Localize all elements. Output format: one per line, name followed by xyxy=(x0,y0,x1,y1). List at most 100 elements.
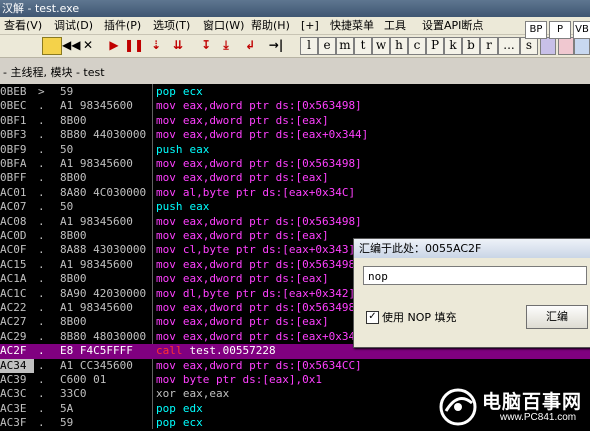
trace-into-icon[interactable]: ↧ xyxy=(198,37,214,53)
row-operands: ecx xyxy=(182,416,203,430)
menu-plugins[interactable]: 插件(P) xyxy=(104,17,141,34)
pause-icon[interactable]: ❚❚ xyxy=(124,37,144,53)
menu-tools[interactable]: 工具 xyxy=(384,17,406,34)
assemble-dialog-title-bar: 汇编于此处：0055AC2F xyxy=(354,239,590,258)
row-address: AC3C xyxy=(0,387,27,401)
row-hex-bytes: A1 98345600 xyxy=(60,301,133,314)
menu-debug[interactable]: 调试(D) xyxy=(54,17,93,34)
row-address: AC01 xyxy=(0,185,27,199)
row-mnemonic: mov xyxy=(156,272,176,286)
disasm-row[interactable]: AC08. A1 98345600 mov eax,dword ptr ds:[0x5… xyxy=(0,215,590,229)
row-operands: byte ptr ds:[eax],0x1 xyxy=(182,373,322,386)
toolbar-w-button[interactable]: w xyxy=(372,37,390,55)
row-mnemonic: mov xyxy=(156,257,176,271)
row-operands: eax,dword ptr ds:[eax+0x348] xyxy=(182,329,369,343)
disasm-row[interactable]: 0BF9. 50 push eax xyxy=(0,143,590,157)
row-marker: . xyxy=(38,401,45,415)
menu-options[interactable]: 选项(T) xyxy=(153,17,190,34)
step-into-icon[interactable]: ⇣ xyxy=(148,37,164,53)
toolbar-c-button[interactable]: c xyxy=(408,37,426,55)
list-icon[interactable] xyxy=(540,37,556,55)
run-icon[interactable]: ▶ xyxy=(108,37,120,53)
row-hex-bytes: 59 xyxy=(60,85,74,98)
toolbar-h-button[interactable]: h xyxy=(390,37,408,55)
help-icon[interactable] xyxy=(574,37,590,55)
assemble-dialog-title: 汇编于此处：0055AC2F xyxy=(359,242,482,255)
row-operands: eax,dword ptr ds:[0x5634CC] xyxy=(182,358,362,372)
toolbar-e-button[interactable]: e xyxy=(318,37,336,55)
settings-icon[interactable] xyxy=(558,37,574,55)
toolbar-r-button[interactable]: r xyxy=(480,37,498,55)
row-operands: eax,dword ptr ds:[eax] xyxy=(182,272,329,286)
bp-button[interactable]: BP xyxy=(525,21,547,39)
menu-api-breakpoints[interactable]: 设置API断点 xyxy=(422,17,483,34)
row-mnemonic: mov xyxy=(156,286,176,300)
row-address: AC39 xyxy=(0,373,27,386)
assemble-button[interactable]: 汇编 xyxy=(526,305,588,329)
menu-help[interactable]: 帮助(H) xyxy=(251,17,290,34)
toolbar-s-button[interactable]: s xyxy=(520,37,538,55)
close-icon[interactable]: ✕ xyxy=(81,37,95,53)
menu-shortcut[interactable]: 快捷菜单 xyxy=(330,17,374,34)
goto-icon[interactable]: →| xyxy=(268,37,284,53)
row-address: 0BF9 xyxy=(0,142,27,156)
thread-module-label: - 主线程, 模块 - test xyxy=(3,66,105,79)
toolbar-l-button[interactable]: l xyxy=(300,37,318,55)
assemble-instruction-input[interactable]: nop xyxy=(363,266,587,285)
row-address: 0BF3 xyxy=(0,128,27,142)
toolbar-p-button[interactable]: P xyxy=(426,37,444,55)
toolbar-m-button[interactable]: m xyxy=(336,37,354,55)
disasm-row[interactable]: 0BFA. A1 98345600 mov eax,dword ptr ds:[0x5… xyxy=(0,157,590,171)
row-marker: . xyxy=(38,214,45,228)
toolbar-more-button[interactable]: ... xyxy=(498,37,520,55)
fill-with-nop-label[interactable]: 使用 NOP 填充 xyxy=(382,309,457,325)
row-marker: . xyxy=(38,286,45,300)
row-hex-bytes: A1 98345600 xyxy=(60,214,133,228)
menu-window[interactable]: 窗口(W) xyxy=(203,17,244,34)
row-address: AC1C xyxy=(0,286,27,300)
rewind-icon[interactable]: ◀◀ xyxy=(62,37,80,53)
disasm-row[interactable]: AC01. 8A80 4C030000 mov al,byte ptr ds:[eax… xyxy=(0,186,590,200)
disasm-row[interactable]: 0BF3. 8B80 44030000 mov eax,dword ptr ds:[e… xyxy=(0,128,590,142)
toolbar-b-button[interactable]: b xyxy=(462,37,480,55)
row-instruction: push eax xyxy=(156,200,590,214)
row-mnemonic: mov xyxy=(156,358,176,372)
disasm-row[interactable]: AC07. 50 push eax xyxy=(0,200,590,214)
trace-over-icon[interactable]: ⤓ xyxy=(218,37,234,53)
menu-plus[interactable]: [+] xyxy=(301,17,319,34)
row-address: AC27 xyxy=(0,315,27,329)
row-marker: . xyxy=(38,257,45,271)
row-operands: eax,dword ptr ds:[eax+0x344] xyxy=(182,128,369,142)
step-over-icon[interactable]: ⇊ xyxy=(170,37,186,53)
row-marker: . xyxy=(38,157,45,170)
row-mnemonic: pop xyxy=(156,401,176,415)
row-marker: . xyxy=(38,329,45,343)
toolbar-k-button[interactable]: k xyxy=(444,37,462,55)
menu-view[interactable]: 查看(V) xyxy=(4,17,42,34)
disasm-row[interactable]: 0BF1. 8B00 mov eax,dword ptr ds:[eax] xyxy=(0,114,590,128)
row-instruction: mov eax,dword ptr ds:[eax] xyxy=(156,171,590,185)
row-hex-bytes: 50 xyxy=(60,142,74,156)
p-button[interactable]: P xyxy=(549,21,571,39)
disasm-row[interactable]: AC34. A1 CC345600 mov eax,dword ptr ds:[0x5… xyxy=(0,358,590,373)
row-marker: . xyxy=(38,113,45,127)
row-marker: . xyxy=(38,373,45,386)
row-instruction: mov al,byte ptr ds:[eax+0x34C] xyxy=(156,186,590,200)
row-address: AC3E xyxy=(0,401,27,415)
row-marker: . xyxy=(38,229,45,242)
row-mnemonic: push xyxy=(156,142,183,156)
disasm-row[interactable]: 0BEB >59 pop ecx xyxy=(0,85,590,99)
row-address: AC15 xyxy=(0,257,27,271)
execute-till-return-icon[interactable]: ↲ xyxy=(242,37,258,53)
fill-with-nop-checkbox[interactable]: ✓ xyxy=(366,311,379,324)
toolbar-t-button[interactable]: t xyxy=(354,37,372,55)
open-folder-icon[interactable] xyxy=(42,37,62,55)
disasm-row[interactable]: 0BFF. 8B00 mov eax,dword ptr ds:[eax] xyxy=(0,171,590,185)
window-title: 汉解 - test.exe xyxy=(2,2,80,15)
row-instruction: mov eax,dword ptr ds:[eax+0x344] xyxy=(156,128,590,142)
row-marker: . xyxy=(38,142,45,156)
disasm-row[interactable]: 0BEC. A1 98345600 mov eax,dword ptr ds:[0x5… xyxy=(0,99,590,113)
row-instruction: pop ecx xyxy=(156,85,590,99)
vb-button[interactable]: VB xyxy=(573,21,590,39)
row-mnemonic: xor xyxy=(156,387,176,401)
